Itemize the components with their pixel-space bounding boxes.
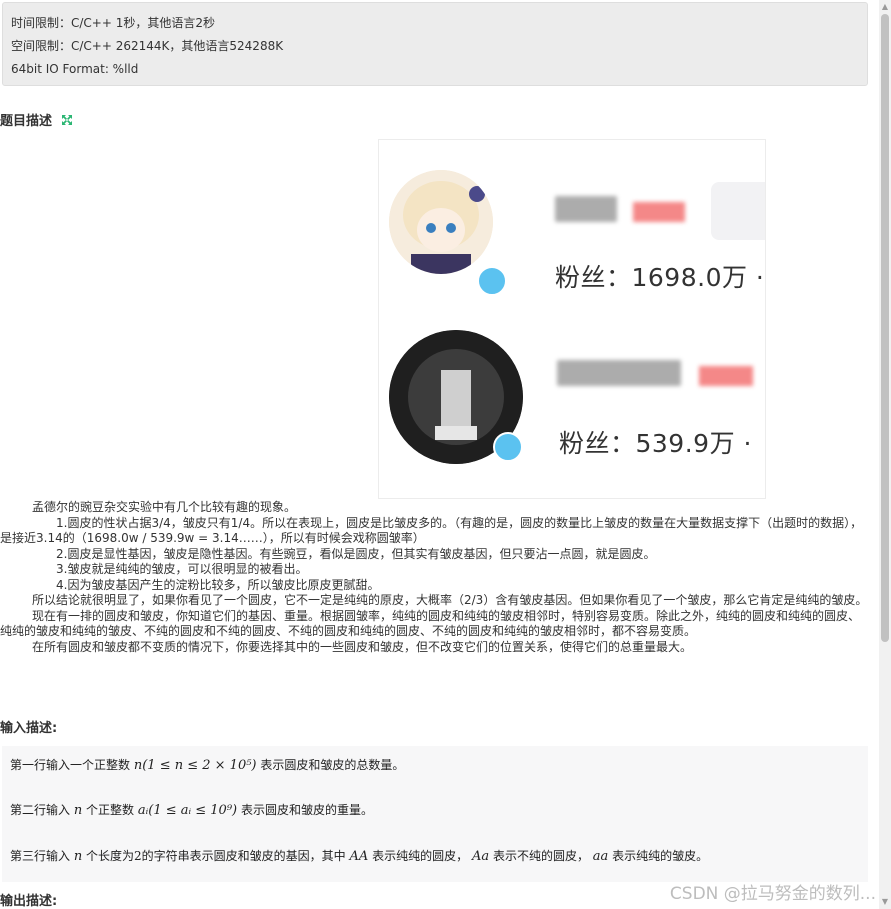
expand-icon[interactable]: [61, 114, 73, 126]
blurred-username-1: [555, 196, 617, 222]
output-description-heading: 输出描述:: [0, 894, 58, 909]
desc-paragraph: 现在有一排的圆皮和皱皮，你知道它们的基因、重量。根据圆皱率，纯纯的圆皮和纯纯的皱…: [0, 608, 861, 639]
problem-title: 题目描述: [0, 114, 53, 129]
vertical-scrollbar[interactable]: ▲ ▼: [879, 0, 891, 909]
io-format: 64bit IO Format: %lld: [11, 62, 139, 76]
scroll-up-icon[interactable]: ▲: [881, 2, 889, 12]
blurred-username-2: [557, 360, 681, 386]
desc-paragraph: 4.因为皱皮基因产生的淀粉比较多，所以皱皮比原皮更腻甜。: [56, 577, 380, 592]
input-line-3: 第三行输入 n 个长度为2的字符串表示圆皮和皱皮的基因，其中 AA 表示纯纯的圆…: [10, 849, 709, 864]
fans-count-2: 粉丝：539.9万 ·: [559, 429, 752, 458]
problem-description-body: 孟德尔的豌豆杂交实验中有几个比较有趣的现象。 1.圆皮的性状占据3/4，皱皮只有…: [0, 500, 870, 655]
scroll-down-icon[interactable]: ▼: [881, 897, 889, 907]
fans-count-1: 粉丝：1698.0万 ·: [555, 263, 765, 292]
input-description-box: 第一行输入一个正整数 n(1 ≤ n ≤ 2 × 10⁵) 表示圆皮和皱皮的总数…: [2, 746, 868, 882]
blurred-tag-2: [699, 366, 753, 386]
desc-paragraph: 所以结论就很明显了，如果你看见了一个圆皮，它不一定是纯纯的原皮，大概率（2/3）…: [32, 593, 868, 607]
desc-paragraph: 3.皱皮就是纯纯的皱皮，可以很明显的被看出。: [56, 562, 308, 576]
time-limit: 时间限制：C/C++ 1秒，其他语言2秒: [11, 16, 215, 30]
input-line-2: 第二行输入 n 个正整数 aᵢ(1 ≤ aᵢ ≤ 10⁹) 表示圆皮和皱皮的重量…: [10, 803, 373, 818]
limits-box: 时间限制：C/C++ 1秒，其他语言2秒 空间限制：C/C++ 262144K，…: [2, 2, 868, 86]
space-limit: 空间限制：C/C++ 262144K，其他语言524288K: [11, 39, 284, 53]
gray-panel: [711, 182, 765, 240]
problem-description-heading: 题目描述: [0, 110, 73, 129]
problem-image: 粉丝：1698.0万 · 粉丝：539.9万 ·: [378, 139, 766, 499]
desc-paragraph: 1.圆皮的性状占据3/4，皱皮只有1/4。所以在表现上，圆皮是比皱皮多的。（有趣…: [0, 515, 863, 546]
input-description-heading: 输入描述:: [0, 721, 58, 736]
verified-badge-icon: [493, 432, 523, 462]
csdn-watermark: CSDN @拉马努金的数列...: [669, 884, 876, 904]
desc-paragraph: 孟德尔的豌豆杂交实验中有几个比较有趣的现象。: [32, 500, 297, 514]
desc-paragraph: 2.圆皮是显性基因，皱皮是隐性基因。有些豌豆，看似是圆皮，但其实有皱皮基因，但只…: [56, 546, 656, 561]
avatar-genshin: [389, 170, 493, 274]
desc-paragraph: 在所有圆皮和皱皮都不变质的情况下，你要选择其中的一些圆皮和皱皮，但不改变它们的位…: [32, 639, 693, 654]
input-line-1: 第一行输入一个正整数 n(1 ≤ n ≤ 2 × 10⁵) 表示圆皮和皱皮的总数…: [10, 758, 405, 773]
scroll-thumb[interactable]: [881, 14, 889, 642]
verified-badge-icon: [477, 266, 507, 296]
blurred-tag-1: [633, 202, 685, 222]
